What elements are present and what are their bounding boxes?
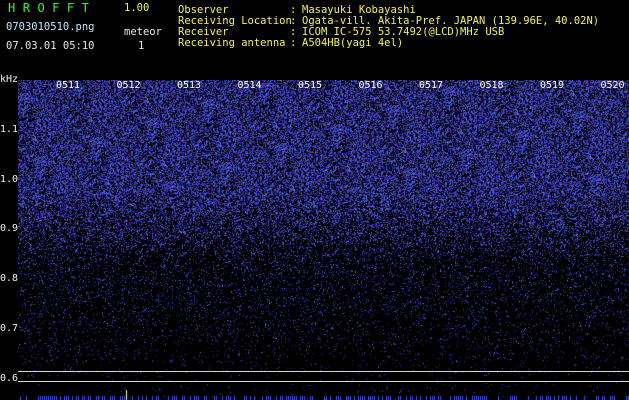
spectrogram [18,80,629,400]
frequency-axis: kHz 1.1 1.0 0.9 0.8 0.7 0.6 [0,72,18,400]
app-name: HROFFT [8,1,97,15]
time-tick-label: 0512 [116,80,141,91]
file-name: 0703010510.png [6,21,95,33]
station-info: Observer : Masayuki Kobayashi Receiving … [178,5,599,49]
time-tick-label: 0518 [479,80,504,91]
time-tick-label: 0519 [540,80,565,91]
antenna-row: Receiving antenna : A504HB(yagi 4el) [178,38,599,49]
meteor-label: meteor [124,26,162,38]
reference-line [18,371,629,372]
y-tick-label: 0.9 [0,223,19,234]
y-tick-label: 1.1 [0,124,19,135]
time-tick-label: 0513 [177,80,202,91]
time-tick-label: 0511 [56,80,81,91]
y-tick-label: 0.6 [0,373,19,384]
separator: : [290,37,297,49]
y-tick-label: 0.7 [0,323,19,334]
y-tick-label: 0.8 [0,273,19,284]
y-tick-label: 1.0 [0,174,19,185]
timestamp: 07.03.01 05:10 [6,40,95,52]
meteor-count: 1 [138,40,145,52]
time-tick-label: 0520 [600,80,625,91]
antenna-label: Receiving antenna [178,37,286,49]
time-tick-label: 0517 [419,80,444,91]
reference-line [18,381,629,382]
antenna-value: A504HB(yagi 4el) [302,37,404,49]
app-version: 1.00 [124,2,150,14]
axis-unit-label: kHz [0,74,19,85]
time-tick-label: 0516 [358,80,383,91]
time-tick-label: 0514 [237,80,262,91]
time-tick-label: 0515 [298,80,323,91]
